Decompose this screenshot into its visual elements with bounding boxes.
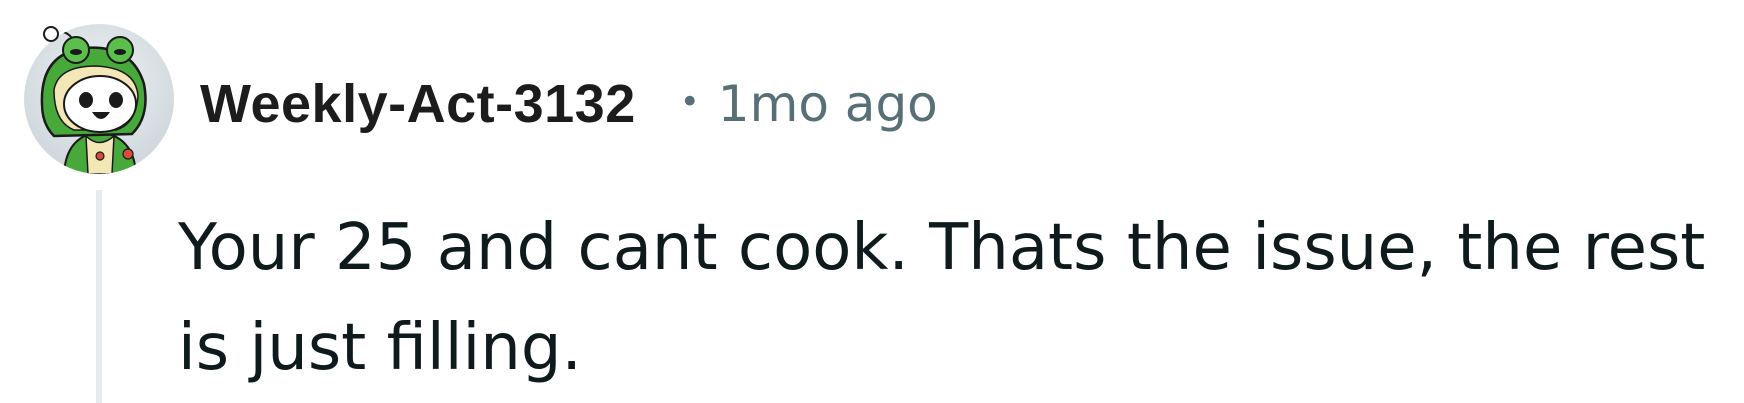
author-username[interactable]: Weekly-Act-3132 [200,73,636,135]
avatar[interactable] [24,24,174,174]
comment-timestamp[interactable]: 1mo ago [718,75,938,133]
comment-text: Your 25 and cant cook. Thats the issue, … [178,211,1706,385]
comment: Weekly-Act-3132 • 1mo ago Your 25 and ca… [0,0,1744,403]
thread-collapse-line[interactable] [96,190,102,403]
comment-body: Your 25 and cant cook. Thats the issue, … [178,198,1718,398]
meta-separator: • [679,82,700,122]
comment-header: Weekly-Act-3132 • 1mo ago [200,64,938,144]
snoo-frog-hood-avatar-icon [24,24,174,174]
